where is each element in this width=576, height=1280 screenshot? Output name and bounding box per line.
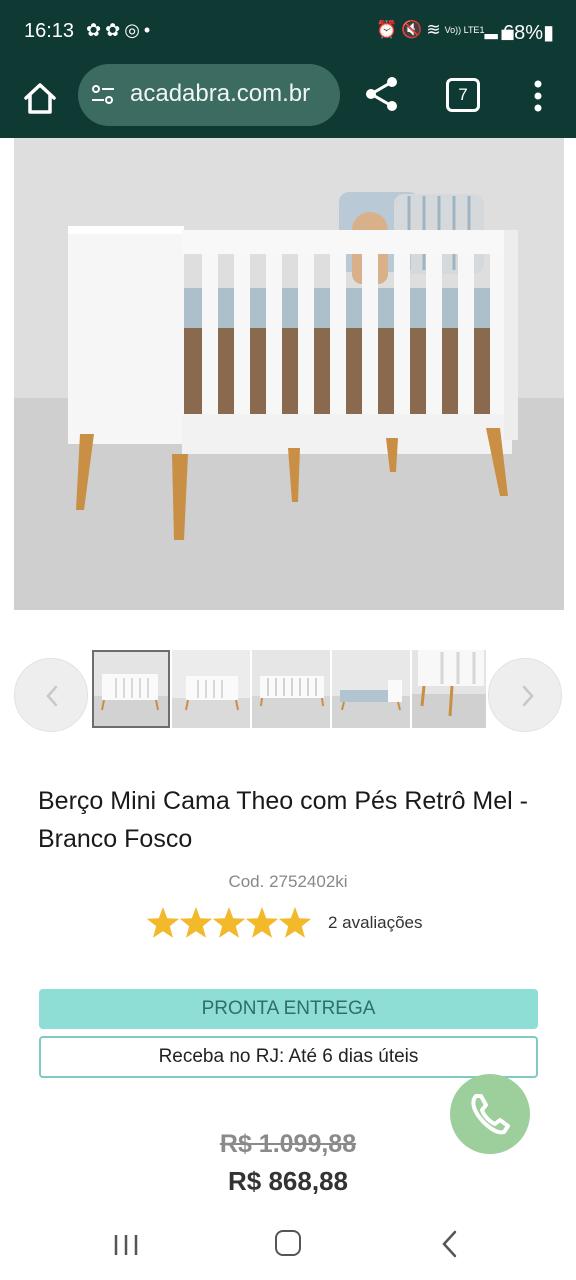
system-nav-bar xyxy=(0,1210,576,1280)
thumbnail-4[interactable] xyxy=(332,650,410,728)
rating-stars[interactable] xyxy=(146,906,316,942)
status-bar: 16:13 ✿✿◎• ⏰🔇≋Vo)) LTE1▂▄ 68%▮ xyxy=(0,0,576,64)
product-title: Berço Mini Cama Theo com Pés Retrô Mel -… xyxy=(38,787,528,853)
star-icon xyxy=(278,907,312,938)
home-button[interactable] xyxy=(275,1230,301,1256)
dot-icon: • xyxy=(143,20,155,40)
star-icon xyxy=(212,907,246,938)
home-icon[interactable] xyxy=(18,76,62,120)
back-icon[interactable] xyxy=(440,1230,460,1258)
thumbnail-1[interactable] xyxy=(92,650,170,728)
carousel-next-button[interactable] xyxy=(488,658,562,732)
site-settings-icon[interactable] xyxy=(90,82,116,108)
chevron-right-icon xyxy=(522,685,534,707)
alarm-icon: ⏰ xyxy=(376,20,402,39)
share-icon[interactable] xyxy=(362,74,402,114)
wifi-icon: ≋ xyxy=(426,20,445,39)
thumbnail-strip xyxy=(90,650,486,730)
thumbnail-image xyxy=(252,650,330,728)
thumbnail-image xyxy=(412,650,486,728)
url-text[interactable]: acadabra.com.br xyxy=(130,80,310,108)
star-icon xyxy=(146,907,180,938)
url-bar[interactable]: acadabra.com.br xyxy=(78,64,340,126)
availability-badge: PRONTA ENTREGA xyxy=(39,989,538,1029)
browser-toolbar: acadabra.com.br 7 xyxy=(0,64,576,138)
thumbnail-3[interactable] xyxy=(252,650,330,728)
recent-apps-icon[interactable] xyxy=(112,1234,140,1256)
battery-level: 68%▮ xyxy=(503,20,554,45)
battery-icon: ▮ xyxy=(542,22,554,44)
thumbnail-image xyxy=(172,650,250,728)
notification-icons: ✿✿◎• xyxy=(86,20,154,41)
current-price: R$ 868,88 xyxy=(228,1166,348,1196)
sync-icon: ◎ xyxy=(124,20,144,40)
more-options-icon[interactable] xyxy=(526,76,550,116)
flower-icon: ✿ xyxy=(86,20,106,40)
old-price: R$ 1.099,88 xyxy=(219,1130,357,1158)
product-code: Cod. 2752402ki xyxy=(228,872,348,891)
tab-switcher-button[interactable]: 7 xyxy=(446,78,480,112)
volte-icon: Vo)) LTE1 xyxy=(444,25,485,36)
star-icon xyxy=(245,907,279,938)
reviews-link[interactable]: 2 avaliações xyxy=(328,913,423,933)
carousel-prev-button[interactable] xyxy=(14,658,88,732)
star-icon xyxy=(179,907,213,938)
chevron-left-icon xyxy=(46,685,58,707)
thumbnail-image xyxy=(332,650,410,728)
battery-percent: 68% xyxy=(502,22,543,44)
product-main-image[interactable] xyxy=(14,138,564,610)
delivery-estimate: Receba no RJ: Até 6 dias úteis xyxy=(39,1036,538,1078)
flower-icon: ✿ xyxy=(105,20,125,40)
thumbnail-2[interactable] xyxy=(172,650,250,728)
thumbnail-5[interactable] xyxy=(412,650,486,728)
mute-icon: 🔇 xyxy=(401,20,427,39)
thumbnail-image xyxy=(92,650,170,728)
crib-illustration xyxy=(14,138,564,610)
system-icons: ⏰🔇≋Vo)) LTE1▂▄ xyxy=(376,20,518,40)
status-time: 16:13 xyxy=(24,20,75,42)
